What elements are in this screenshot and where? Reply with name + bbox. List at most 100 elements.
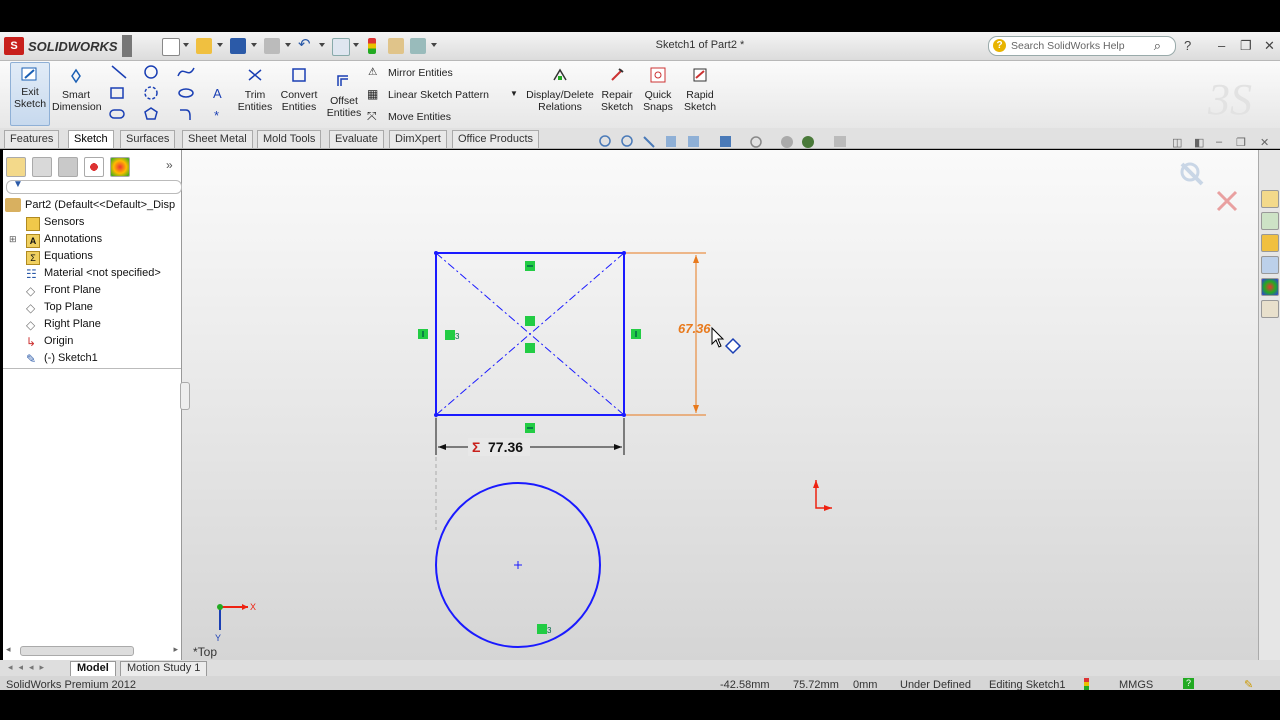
view-settings-icon[interactable] <box>834 136 846 147</box>
rapid-sketch-button[interactable]: Rapid Sketch <box>680 66 720 113</box>
offset-entities-button[interactable]: Offset Entities <box>324 72 364 119</box>
pattern-dropdown-icon[interactable]: ▼ <box>510 89 518 98</box>
tab-features[interactable]: Features <box>4 130 60 148</box>
repair-sketch-button[interactable]: Repair Sketch <box>598 66 636 113</box>
new-document-icon[interactable] <box>162 38 180 56</box>
zoom-to-area-icon[interactable] <box>621 135 633 147</box>
convert-entities-button[interactable]: Convert Entities <box>278 66 320 113</box>
viewport-restore-icon[interactable]: ❐ <box>1236 136 1246 149</box>
file-explorer-icon[interactable] <box>1261 234 1279 252</box>
close-icon[interactable]: ✕ <box>1264 38 1275 54</box>
viewport-split-icon[interactable]: ◧ <box>1194 136 1204 149</box>
sketch-entity-tools[interactable]: A * <box>108 62 230 124</box>
tree-item-top-plane[interactable]: Top Plane <box>44 301 93 313</box>
trim-entities-button[interactable]: Trim Entities <box>236 66 274 113</box>
horizontal-relation-icon[interactable] <box>525 261 535 271</box>
undo-icon[interactable]: ↶ <box>298 37 314 54</box>
point-icon[interactable]: * <box>214 108 219 123</box>
tab-sketch[interactable]: Sketch <box>68 130 114 148</box>
rectangle-corner-point[interactable] <box>622 413 626 417</box>
fillet-icon[interactable] <box>180 109 191 120</box>
search-icon[interactable]: ⌕ <box>1154 38 1161 54</box>
dimxpertmanager-tab-icon[interactable] <box>84 157 104 177</box>
linear-sketch-pattern-button[interactable]: Linear Sketch Pattern <box>388 89 489 101</box>
status-help-icon[interactable]: ? <box>1183 678 1194 689</box>
exit-sketch-button[interactable]: Exit Sketch <box>10 62 50 126</box>
slot-icon[interactable] <box>109 109 125 119</box>
apply-scene-icon[interactable] <box>802 136 814 148</box>
appearances-scenes-icon[interactable] <box>1261 278 1279 296</box>
edit-appearance-icon[interactable] <box>781 136 793 148</box>
rectangle-corner-point[interactable] <box>434 413 438 417</box>
view-orientation-icon[interactable] <box>688 136 699 147</box>
display-delete-relations-button[interactable]: Display/Delete Relations <box>524 66 596 113</box>
confirmation-corner-exit-icon[interactable] <box>1180 162 1204 186</box>
rebuild-traffic-light-icon[interactable] <box>368 38 376 54</box>
scroll-left-icon[interactable]: ◂ <box>6 644 11 655</box>
display-manager-tab-icon[interactable] <box>110 157 130 177</box>
file-properties-icon[interactable] <box>388 38 404 54</box>
viewport-tile-icon[interactable]: ◫ <box>1172 136 1182 149</box>
options-icon[interactable] <box>410 38 426 54</box>
tree-item-sensors[interactable]: Sensors <box>44 216 84 228</box>
horizontal-relation-icon[interactable] <box>525 423 535 433</box>
view-palette-icon[interactable] <box>1261 256 1279 274</box>
tree-item-right-plane[interactable]: Right Plane <box>44 318 101 330</box>
tab-dimxpert[interactable]: DimXpert <box>389 130 447 148</box>
tree-item-front-plane[interactable]: Front Plane <box>44 284 101 296</box>
tab-navigation-icons[interactable]: ◂◂◂▸ <box>8 662 50 673</box>
open-folder-icon[interactable] <box>196 38 212 54</box>
rebuild-status-icon[interactable] <box>1084 678 1089 690</box>
circle-icon[interactable] <box>144 65 158 79</box>
text-icon[interactable]: A <box>213 86 222 101</box>
feature-tree-filter-input[interactable]: ▼ <box>6 179 182 194</box>
help-search-input[interactable]: ? Search SolidWorks Help ⌕ <box>988 36 1176 56</box>
select-dropdown-icon[interactable] <box>353 43 359 47</box>
mirror-entities-button[interactable]: Mirror Entities <box>388 67 453 79</box>
circle-center-point[interactable] <box>514 561 522 569</box>
panel-expand-icon[interactable]: » <box>166 158 173 172</box>
rectangle-corner-point[interactable] <box>434 251 438 255</box>
previous-view-icon[interactable] <box>643 136 655 148</box>
section-view-icon[interactable] <box>666 136 676 147</box>
confirmation-corner-cancel-icon[interactable] <box>1216 190 1238 212</box>
tree-root-part2[interactable]: Part2 (Default<<Default>_Disp <box>25 199 175 211</box>
ellipse-icon[interactable] <box>178 88 194 98</box>
mirror-icon[interactable]: ⚠ <box>368 66 377 78</box>
menu-flyout-arrow[interactable] <box>122 35 132 57</box>
vertical-dimension-value[interactable]: 67.36 <box>678 321 711 336</box>
tree-item-sketch1[interactable]: (-) Sketch1 <box>44 352 98 364</box>
design-library-icon[interactable] <box>1261 212 1279 230</box>
tab-mold-tools[interactable]: Mold Tools <box>257 130 322 148</box>
spline-icon[interactable] <box>177 67 195 77</box>
rectangle-icon[interactable] <box>110 87 124 99</box>
tab-sheet-metal[interactable]: Sheet Metal <box>182 130 253 148</box>
display-style-icon[interactable] <box>720 136 731 147</box>
solidworks-resources-icon[interactable] <box>1261 190 1279 208</box>
minimize-icon[interactable]: – <box>1218 38 1225 53</box>
move-icon[interactable]: ⤧ <box>367 109 377 124</box>
tab-model[interactable]: Model <box>70 661 116 677</box>
propertymanager-tab-icon[interactable] <box>32 157 52 177</box>
tab-evaluate[interactable]: Evaluate <box>329 130 384 148</box>
move-entities-button[interactable]: Move Entities <box>388 111 451 123</box>
print-dropdown-icon[interactable] <box>285 43 291 47</box>
save-icon[interactable] <box>230 38 246 54</box>
vertical-relation-icon[interactable] <box>631 329 641 339</box>
viewport-minimize-icon[interactable]: – <box>1216 136 1222 148</box>
coincident-relation-icon[interactable]: 3 <box>445 330 460 341</box>
undo-dropdown-icon[interactable] <box>319 43 325 47</box>
arc-icon[interactable] <box>144 86 158 100</box>
expand-plus-icon[interactable]: ⊞ <box>9 234 17 245</box>
sketch-drawing[interactable]: 3 Σ 77.36 67.36 3 X Y <box>182 150 1258 660</box>
help-icon[interactable]: ? <box>1184 38 1191 53</box>
coincident-relation-icon[interactable]: 3 <box>537 624 552 635</box>
solidworks-logo[interactable]: S SOLIDWORKS <box>4 36 124 56</box>
smart-dimension-button[interactable]: Smart Dimension <box>52 66 102 113</box>
options-dropdown-icon[interactable] <box>431 43 437 47</box>
panel-horizontal-scrollbar[interactable]: ◂ ▸ <box>6 644 178 658</box>
tree-item-origin[interactable]: Origin <box>44 335 73 347</box>
line-icon[interactable] <box>111 65 127 79</box>
custom-properties-icon[interactable] <box>1261 300 1279 318</box>
tree-item-annotations[interactable]: Annotations <box>44 233 102 245</box>
